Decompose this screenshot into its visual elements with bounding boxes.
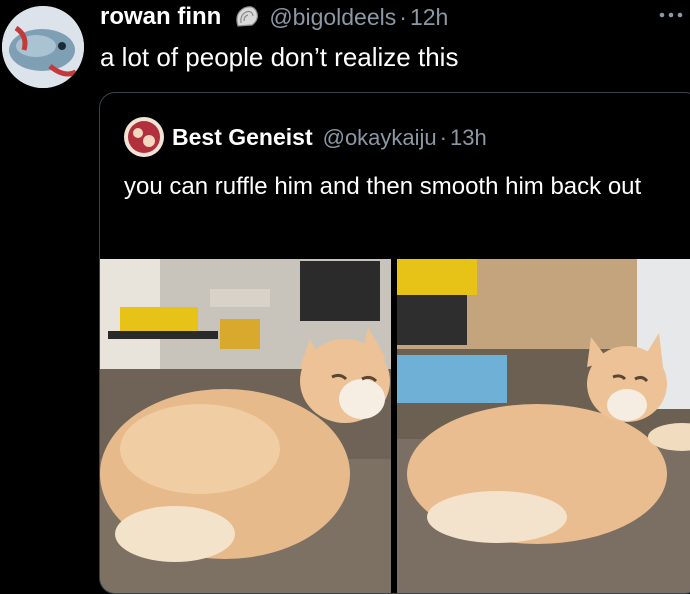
quoted-tweet-header: Best Geneist @okaykaiju · 13h bbox=[172, 124, 487, 151]
cat-photo-ruffled[interactable] bbox=[100, 259, 391, 593]
tweet-timestamp[interactable]: 12h bbox=[410, 4, 448, 31]
quoted-tweet-card[interactable]: Best Geneist @okaykaiju · 13h you can ru… bbox=[99, 92, 690, 594]
author-avatar[interactable] bbox=[2, 6, 84, 88]
quoted-author-avatar[interactable] bbox=[124, 117, 164, 157]
separator-dot: · bbox=[399, 3, 407, 30]
quoted-tweet-text: you can ruffle him and then smooth him b… bbox=[124, 173, 642, 200]
cat-photo-smoothed[interactable] bbox=[397, 259, 690, 593]
quoted-separator-dot: · bbox=[439, 124, 447, 150]
more-icon[interactable] bbox=[656, 8, 686, 22]
author-name[interactable]: rowan finn bbox=[100, 3, 221, 31]
author-handle[interactable]: @bigoldeels bbox=[269, 4, 396, 31]
tweet-text: a lot of people don’t realize this bbox=[100, 42, 459, 72]
shell-icon bbox=[236, 6, 259, 27]
quoted-tweet-timestamp[interactable]: 13h bbox=[450, 125, 487, 151]
tweet-header: rowan finn @bigoldeels · 12h bbox=[100, 2, 448, 32]
quoted-author-handle[interactable]: @okaykaiju bbox=[323, 125, 437, 151]
quoted-avatar-image bbox=[124, 117, 164, 157]
quoted-author-name[interactable]: Best Geneist bbox=[172, 124, 313, 151]
fish-avatar-image bbox=[2, 6, 84, 88]
